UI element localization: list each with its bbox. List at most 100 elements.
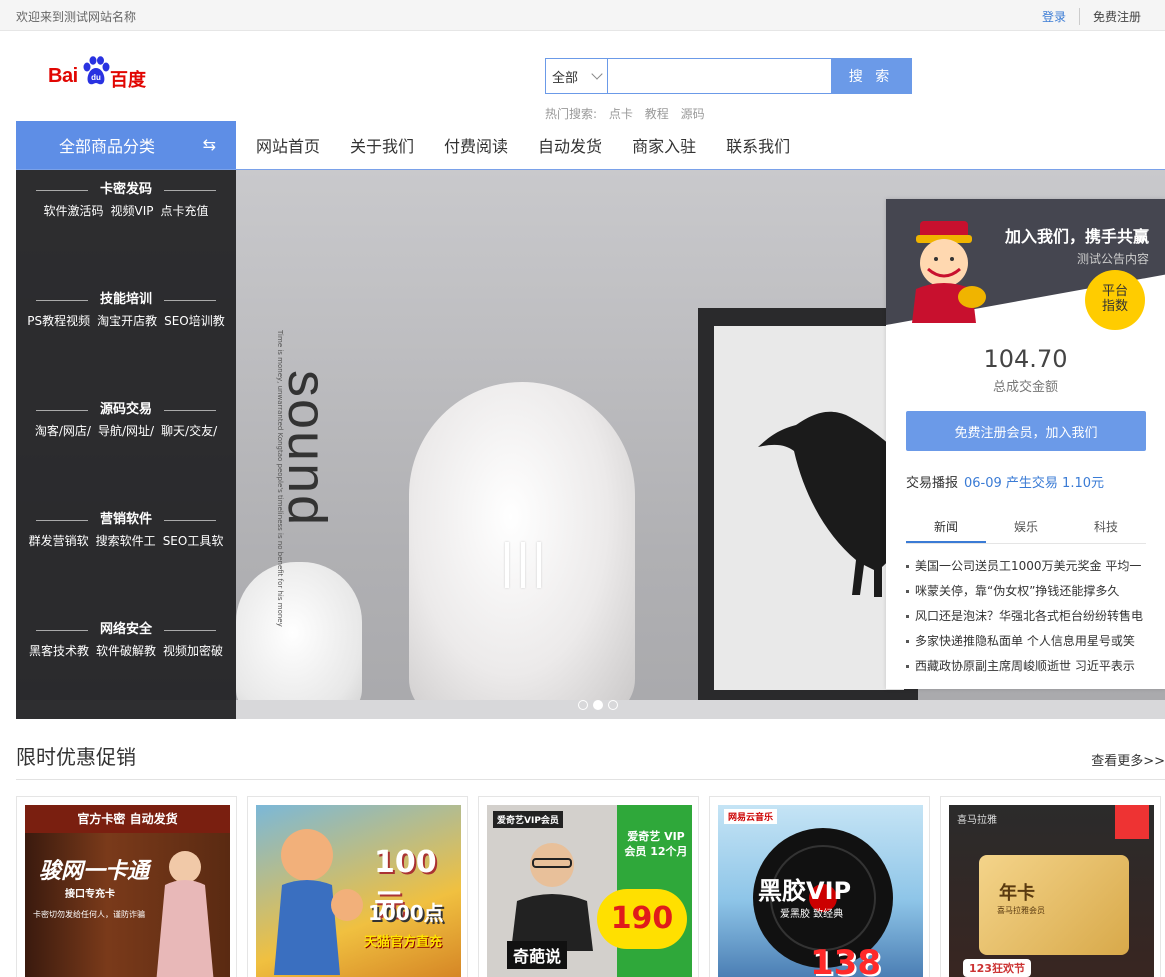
- speaker-image: [409, 382, 635, 719]
- news-list: 美国一公司送员工1000万美元奖金 平均一 咪蒙关停，靠“伪女权”挣钱还能撑多久…: [906, 554, 1146, 679]
- product-image-main-text: 190: [597, 889, 687, 949]
- category-link[interactable]: 导航/网址/: [98, 422, 154, 439]
- product-card[interactable]: 爱奇艺VIP会员 奇葩说 爱奇艺 VIP会员 12个月 190: [478, 796, 699, 977]
- product-image: 网易云音乐 黑胶VIP 爱黑胶 致经典 138: [718, 805, 923, 977]
- product-image: 喜马拉雅 年卡 喜马拉雅会员 123狂欢节: [949, 805, 1154, 977]
- tab-news[interactable]: 新闻: [906, 514, 986, 543]
- promo-divider: [16, 779, 1165, 780]
- news-item[interactable]: 美国一公司送员工1000万美元奖金 平均一: [906, 554, 1146, 579]
- product-image-note-text: 138: [810, 943, 881, 977]
- search-input[interactable]: [608, 59, 831, 93]
- deal-label: 交易播报: [906, 476, 959, 491]
- login-link[interactable]: 登录: [1029, 8, 1080, 25]
- category-link[interactable]: 软件破解教: [96, 642, 156, 659]
- deal-value[interactable]: 06-09 产生交易 1.10元: [964, 476, 1104, 491]
- product-image-sub-text: 接口专充卡: [65, 889, 115, 900]
- category-link[interactable]: 视频加密破: [163, 642, 223, 659]
- news-item[interactable]: 西藏政协原副主席周峻顺逝世 习近平表示: [906, 654, 1146, 679]
- product-image-top-text: 官方卡密 自动发货: [25, 805, 230, 833]
- product-image-sub-text: 1000点: [368, 901, 444, 925]
- product-card[interactable]: 官方卡密 自动发货 骏网一卡通 接口专充卡 卡密切勿发给任何人，谨防诈骗: [16, 796, 237, 977]
- hot-search-item[interactable]: 点卡: [609, 107, 633, 121]
- platform-index-badge[interactable]: 平台 指数: [1085, 270, 1145, 330]
- total-amount-label: 总成交金额: [992, 380, 1058, 395]
- all-categories-toggle[interactable]: 全部商品分类 ⇆: [16, 121, 236, 169]
- nav-item-merchant-join[interactable]: 商家入驻: [632, 133, 696, 157]
- register-link[interactable]: 免费注册: [1080, 8, 1141, 25]
- category-link[interactable]: 点卡充值: [161, 202, 209, 219]
- search-scope-select[interactable]: 全部: [546, 59, 608, 93]
- product-image-main-text: 骏网一卡通: [39, 859, 150, 884]
- search-bar: 全部 搜 索: [545, 58, 912, 94]
- vase-image: [236, 562, 362, 719]
- carousel-dot-active[interactable]: [593, 700, 603, 710]
- join-button[interactable]: 免费注册会员，加入我们: [906, 411, 1146, 451]
- total-amount: 104.70: [983, 345, 1068, 373]
- search-button[interactable]: 搜 索: [831, 59, 911, 93]
- hot-search-item[interactable]: 教程: [645, 107, 669, 121]
- category-title[interactable]: 卡密发码: [16, 180, 236, 200]
- category-link[interactable]: 淘客/网店/: [35, 422, 91, 439]
- carousel-dot[interactable]: [608, 700, 618, 710]
- nav-item-contact[interactable]: 联系我们: [726, 133, 790, 157]
- news-item[interactable]: 多家快递推隐私面单 个人信息用星号或笑: [906, 629, 1146, 654]
- tab-entertainment[interactable]: 娱乐: [986, 514, 1066, 543]
- category-link[interactable]: 群发营销软: [29, 532, 89, 549]
- category-title[interactable]: 技能培训: [16, 290, 236, 310]
- category-link[interactable]: 淘宝开店教: [97, 312, 157, 329]
- product-image-sub-text: 爱黑胶 致经典: [780, 909, 844, 920]
- promo-more-link[interactable]: 查看更多>>: [1091, 750, 1165, 769]
- category-group: 源码交易 淘客/网店/ 导航/网址/ 聊天/交友/: [16, 400, 236, 439]
- category-link[interactable]: PS教程视频: [27, 312, 90, 329]
- category-link[interactable]: SEO培训教: [164, 312, 225, 329]
- category-link[interactable]: 聊天/交友/: [161, 422, 217, 439]
- product-image-main-text: 黑胶VIP: [758, 877, 852, 905]
- logo-mark: du: [91, 73, 101, 82]
- category-link[interactable]: 软件激活码: [43, 202, 103, 219]
- product-image-sub-text: 爱奇艺 VIP会员 12个月: [624, 830, 688, 858]
- host-portrait-icon: [511, 843, 593, 951]
- nav-item-home[interactable]: 网站首页: [256, 133, 320, 157]
- news-item[interactable]: 风口还是泡沫？华强北各式柜台纷纷转售电: [906, 604, 1146, 629]
- product-card[interactable]: 喜马拉雅 年卡 喜马拉雅会员 123狂欢节: [940, 796, 1161, 977]
- tab-tech[interactable]: 科技: [1066, 514, 1146, 543]
- nav-item-auto-delivery[interactable]: 自动发货: [538, 133, 602, 157]
- category-link[interactable]: 视频VIP: [111, 202, 154, 219]
- nav-item-paid-reading[interactable]: 付费阅读: [444, 133, 508, 157]
- hot-searches-label: 热门搜索:: [545, 107, 598, 121]
- search-scope-value: 全部: [552, 70, 579, 86]
- category-title[interactable]: 营销软件: [16, 510, 236, 530]
- product-image-top-text: 爱奇艺VIP会员: [493, 811, 563, 828]
- category-group: 网络安全 黑客技术教 软件破解教 视频加密破: [16, 620, 236, 659]
- fortune-god-icon: [912, 221, 986, 323]
- news-item[interactable]: 咪蒙关停，靠“伪女权”挣钱还能撑多久: [906, 579, 1146, 604]
- promo-cards: 官方卡密 自动发货 骏网一卡通 接口专充卡 卡密切勿发给任何人，谨防诈骗 100…: [16, 796, 1165, 977]
- carousel-dot[interactable]: [578, 700, 588, 710]
- logo-text-left: Bai: [48, 65, 78, 87]
- category-link[interactable]: SEO工具软: [163, 532, 224, 549]
- category-link[interactable]: 搜索软件工: [96, 532, 156, 549]
- product-image-note-text: 奇葩说: [507, 941, 568, 969]
- category-sidebar: 卡密发码 软件激活码 视频VIP 点卡充值 技能培训 PS教程视频 淘宝开店教 …: [16, 170, 236, 719]
- category-title[interactable]: 网络安全: [16, 620, 236, 640]
- product-card[interactable]: 100元 1000点 天猫官方直充: [247, 796, 468, 977]
- carousel-dots: [578, 700, 618, 710]
- product-image-top-text: 喜马拉雅: [957, 815, 997, 826]
- tag-icon: [1115, 805, 1149, 839]
- hot-search-item[interactable]: 源码: [681, 107, 705, 121]
- product-image: 官方卡密 自动发货 骏网一卡通 接口专充卡 卡密切勿发给任何人，谨防诈骗: [25, 805, 230, 977]
- product-image: 100元 1000点 天猫官方直充: [256, 805, 461, 977]
- category-link[interactable]: 黑客技术教: [29, 642, 89, 659]
- top-bar: 欢迎来到测试网站名称 登录 免费注册: [0, 0, 1165, 31]
- category-title[interactable]: 源码交易: [16, 400, 236, 420]
- banner-word: sound: [277, 370, 337, 528]
- nav-item-about[interactable]: 关于我们: [350, 133, 414, 157]
- main-nav: 网站首页 关于我们 付费阅读 自动发货 商家入驻 联系我们: [236, 121, 800, 169]
- speaker-bars: [505, 542, 541, 588]
- product-card[interactable]: 网易云音乐 黑胶VIP 爱黑胶 致经典 138: [709, 796, 930, 977]
- account-links: 登录 免费注册: [1029, 8, 1141, 25]
- welcome-text: 欢迎来到测试网站名称: [16, 10, 137, 24]
- chevron-down-icon: [591, 68, 603, 80]
- site-logo[interactable]: Bai du 百度: [48, 56, 148, 92]
- product-image-note-text: 天猫官方直充: [364, 935, 443, 950]
